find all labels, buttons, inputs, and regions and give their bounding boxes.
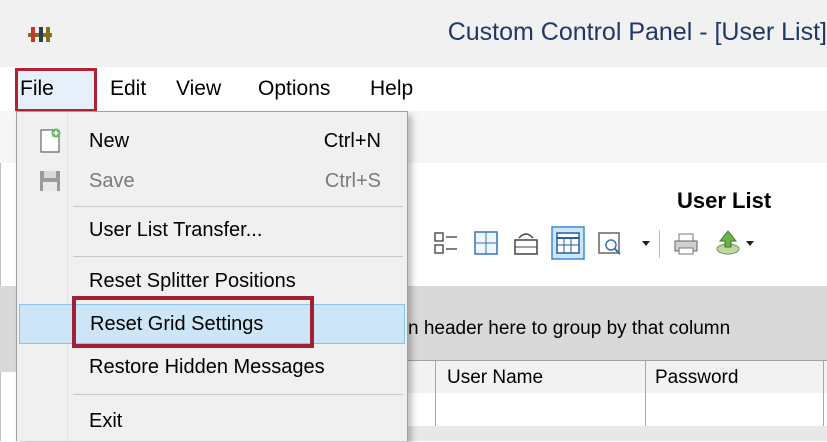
column-separator[interactable] xyxy=(823,361,824,394)
app-logo-icon xyxy=(28,27,52,42)
cell-separator xyxy=(645,393,646,426)
grid-footer xyxy=(405,426,827,441)
menu-edit[interactable]: Edit xyxy=(110,67,146,111)
menu-file-label[interactable]: File xyxy=(20,67,54,111)
cell-separator xyxy=(823,393,824,426)
cell-separator xyxy=(435,393,436,426)
grid-header: User Name Password xyxy=(405,360,827,395)
column-header-user-name[interactable]: User Name xyxy=(447,367,543,389)
export-icon[interactable] xyxy=(713,228,743,258)
menu-item-new-shortcut: Ctrl+N xyxy=(323,130,381,152)
menu-separator xyxy=(73,206,403,207)
reset-grid-highlight-outline xyxy=(72,296,314,348)
menu-bar: File Edit View Options Help xyxy=(0,67,827,112)
column-header-password[interactable]: Password xyxy=(655,367,738,389)
menu-item-exit-label: Exit xyxy=(89,410,123,432)
header-layout-icon[interactable] xyxy=(511,228,541,258)
menu-item-save-shortcut: Ctrl+S xyxy=(324,170,381,192)
menu-separator xyxy=(73,256,403,257)
table-row[interactable] xyxy=(405,393,827,427)
file-dropdown-menu: New Ctrl+N Save Ctrl+S User List Transfe… xyxy=(16,111,408,441)
menu-options[interactable]: Options xyxy=(258,67,330,111)
window-title: Custom Control Panel - [User List] xyxy=(447,18,827,46)
dropdown-arrow-icon[interactable] xyxy=(743,228,773,258)
column-separator[interactable] xyxy=(435,361,436,394)
panel-title: User List xyxy=(677,188,772,213)
print-preview-icon[interactable] xyxy=(595,228,625,258)
column-separator[interactable] xyxy=(645,361,646,394)
menu-help[interactable]: Help xyxy=(370,67,413,111)
group-by-hint: n header here to group by that column xyxy=(408,318,731,339)
new-document-icon xyxy=(40,128,61,153)
menu-item-user-list-transfer[interactable]: User List Transfer... xyxy=(19,211,405,251)
menu-item-restore-hidden-label: Restore Hidden Messages xyxy=(89,356,325,378)
menu-item-user-list-transfer-label: User List Transfer... xyxy=(89,219,263,241)
menu-item-restore-hidden[interactable]: Restore Hidden Messages xyxy=(19,348,405,388)
table-view-icon[interactable] xyxy=(551,226,585,260)
floppy-disk-icon xyxy=(40,171,60,191)
grid-layout-icon[interactable] xyxy=(471,228,501,258)
collapse-rows-icon[interactable] xyxy=(431,228,461,258)
menu-item-save-label: Save xyxy=(89,170,135,192)
menu-item-new[interactable]: New Ctrl+N xyxy=(19,122,405,162)
dropdown-arrow-icon[interactable] xyxy=(631,228,661,258)
menu-item-save[interactable]: Save Ctrl+S xyxy=(19,162,405,202)
menu-item-reset-splitter-label: Reset Splitter Positions xyxy=(89,270,296,292)
title-bar: Custom Control Panel - [User List] xyxy=(0,0,827,67)
toolbar-separator xyxy=(659,230,660,258)
menu-item-exit[interactable]: Exit xyxy=(19,402,405,442)
grid-toolbar xyxy=(425,226,825,264)
menu-view[interactable]: View xyxy=(176,67,221,111)
menu-separator xyxy=(73,394,403,395)
menu-item-new-label: New xyxy=(89,130,130,152)
printer-icon[interactable] xyxy=(671,228,701,258)
